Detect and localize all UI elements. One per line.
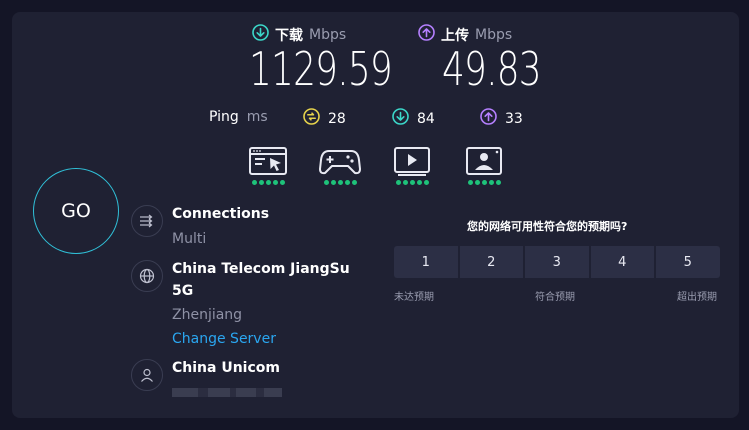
ping-idle-icon: [303, 108, 320, 129]
rating-dot: [474, 180, 480, 185]
rating-dot: [337, 180, 343, 185]
rating-dot: [279, 180, 285, 185]
rating-dot: [495, 180, 501, 185]
download-value: 1129.59: [249, 42, 393, 96]
gaming-rating: [318, 180, 362, 185]
ping-unit: ms: [246, 109, 268, 125]
upload-arrow-icon: [418, 24, 435, 45]
survey-mid-label: 符合预期: [535, 292, 575, 303]
ping-label-group: Ping ms: [209, 109, 268, 125]
ping-label: Ping: [209, 109, 239, 125]
video-chat-rating: [464, 180, 504, 185]
survey-high-label: 超出预期: [677, 292, 717, 303]
rating-dot: [423, 180, 429, 185]
survey-question: 您的网络可用性符合您的预期吗?: [467, 220, 628, 233]
rating-dot: [258, 180, 264, 185]
rating-option-4[interactable]: 4: [590, 246, 654, 278]
rating-dot: [272, 180, 278, 185]
rating-dot: [481, 180, 487, 185]
experience-gaming: [318, 146, 362, 185]
rating-option-1[interactable]: 1: [394, 246, 458, 278]
rating-option-3[interactable]: 3: [525, 246, 589, 278]
change-server-link[interactable]: Change Server: [172, 329, 276, 349]
web-browsing-icon: [248, 146, 288, 176]
survey-low-label: 未达预期: [394, 292, 434, 303]
provider-name: China Unicom: [172, 360, 280, 376]
download-unit: Mbps: [309, 26, 347, 43]
video-chat-icon: [464, 146, 504, 176]
connections-value: Multi: [172, 231, 207, 247]
rating-dot: [395, 180, 401, 185]
rating-dot: [416, 180, 422, 185]
rating-dot: [265, 180, 271, 185]
rating-option-2[interactable]: 2: [459, 246, 523, 278]
connections-title: Connections: [172, 206, 270, 222]
rating-dot: [330, 180, 336, 185]
ping-download-value: 84: [417, 110, 435, 127]
server-name-line2: 5G: [172, 283, 194, 299]
rating-option-5[interactable]: 5: [656, 246, 720, 278]
upload-unit: Mbps: [475, 26, 513, 43]
rating-dot: [351, 180, 357, 185]
results-panel: 下载 Mbps 1129.59 上传 Mbps 49.83 Ping ms 28…: [12, 12, 739, 418]
go-button[interactable]: GO: [33, 168, 119, 254]
gamepad-icon: [318, 146, 362, 176]
experience-video-chat: [464, 146, 504, 185]
video-streaming-rating: [392, 180, 432, 185]
rating-dot: [467, 180, 473, 185]
survey-rating-scale: 1 2 3 4 5: [394, 246, 720, 278]
ping-upload-icon: [480, 108, 497, 129]
ping-download-icon: [392, 108, 409, 129]
upload-value: 49.83: [442, 42, 542, 96]
ping-upload: 33: [480, 108, 523, 129]
server-name-line1: China Telecom JiangSu: [172, 261, 350, 277]
rating-dot: [344, 180, 350, 185]
experience-web-browsing: [248, 146, 288, 185]
connections-icon: [131, 205, 163, 237]
user-icon: [131, 359, 163, 391]
video-play-icon: [392, 146, 432, 176]
ping-idle: 28: [303, 108, 346, 129]
server-city: Zhenjiang: [172, 307, 243, 323]
rating-dot: [323, 180, 329, 185]
web-browsing-rating: [248, 180, 288, 185]
ping-idle-value: 28: [328, 110, 346, 127]
rating-dot: [409, 180, 415, 185]
ping-upload-value: 33: [505, 110, 523, 127]
experience-video-streaming: [392, 146, 432, 185]
rating-dot: [488, 180, 494, 185]
globe-icon: [131, 260, 163, 292]
rating-dot: [251, 180, 257, 185]
ping-download: 84: [392, 108, 435, 129]
ip-address-redacted: [172, 388, 282, 397]
rating-dot: [402, 180, 408, 185]
